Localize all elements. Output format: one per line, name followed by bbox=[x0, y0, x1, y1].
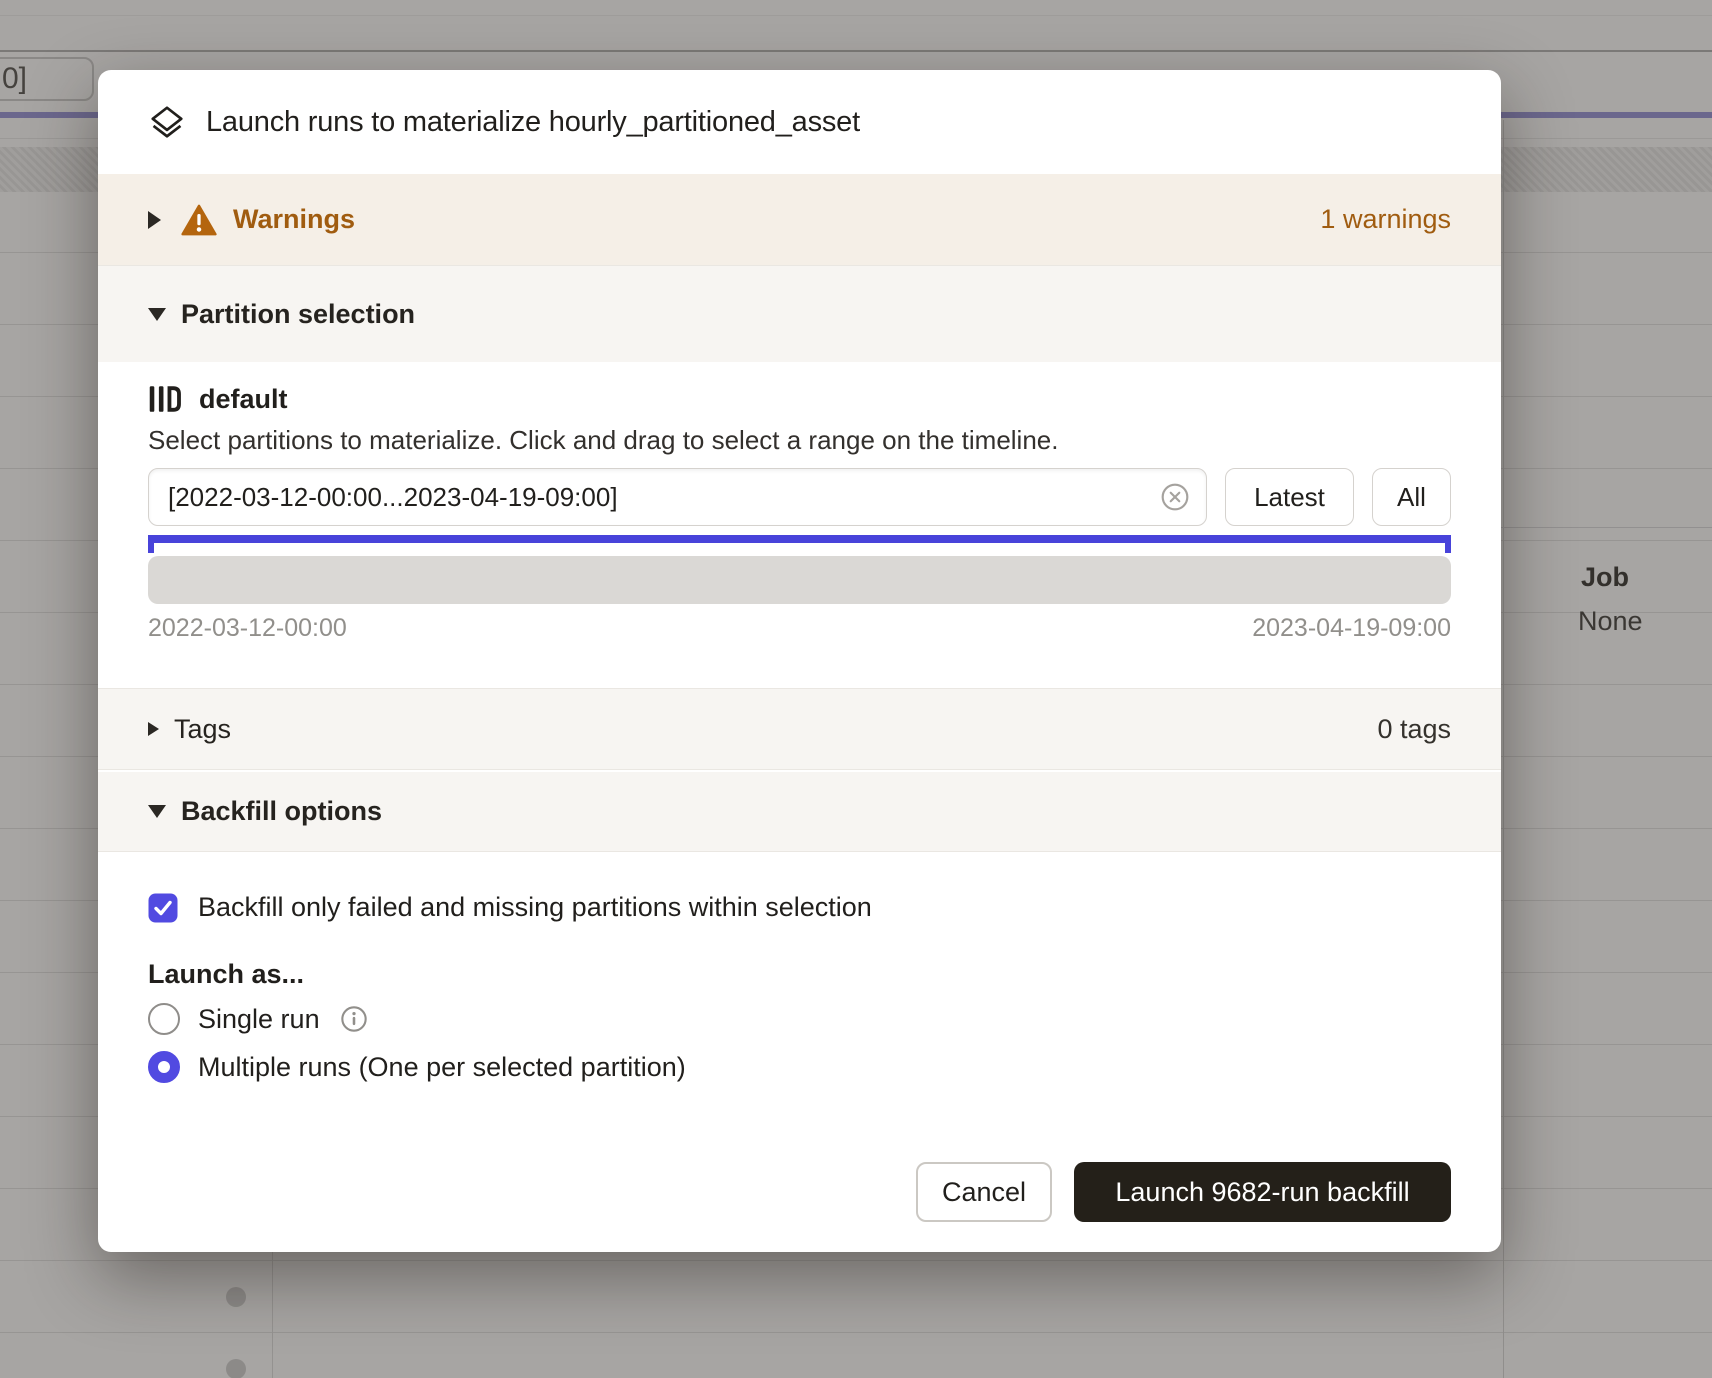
info-icon[interactable] bbox=[340, 1005, 368, 1033]
bg-job-column-value: None bbox=[1578, 606, 1643, 637]
timeline-start-label: 2022-03-12-00:00 bbox=[148, 614, 347, 643]
radio-selected[interactable] bbox=[148, 1051, 180, 1083]
timeline-end-label: 2023-04-19-09:00 bbox=[1252, 614, 1451, 643]
single-run-label: Single run bbox=[198, 1004, 320, 1035]
dialog-footer: Cancel Launch 9682-run backfill bbox=[916, 1162, 1451, 1222]
chevron-right-icon bbox=[148, 722, 159, 736]
bg-status-dot bbox=[226, 1287, 246, 1307]
partition-description: Select partitions to materialize. Click … bbox=[148, 424, 1451, 456]
dimension-name: default bbox=[199, 384, 288, 415]
bg-toolbar-divider bbox=[0, 50, 1712, 52]
warning-triangle-icon bbox=[181, 204, 217, 236]
backfill-only-failed-checkbox-row[interactable]: Backfill only failed and missing partiti… bbox=[148, 892, 1451, 923]
partition-selection-label: Partition selection bbox=[181, 299, 415, 330]
dialog-header: Launch runs to materialize hourly_partit… bbox=[98, 70, 1501, 174]
tags-label: Tags bbox=[174, 714, 231, 745]
launch-as-label: Launch as... bbox=[148, 959, 1451, 990]
timeline-date-labels: 2022-03-12-00:00 2023-04-19-09:00 bbox=[148, 614, 1451, 643]
radio-unselected[interactable] bbox=[148, 1003, 180, 1035]
bg-row-divider bbox=[0, 15, 1712, 16]
multiple-runs-label: Multiple runs (One per selected partitio… bbox=[198, 1052, 686, 1083]
cancel-button[interactable]: Cancel bbox=[916, 1162, 1052, 1222]
multiple-runs-radio-row[interactable]: Multiple runs (One per selected partitio… bbox=[148, 1048, 1451, 1086]
bg-header-divider bbox=[1501, 527, 1712, 528]
tags-count: 0 tags bbox=[1377, 714, 1451, 745]
all-button[interactable]: All bbox=[1372, 468, 1451, 526]
chevron-down-icon bbox=[148, 308, 166, 321]
partition-set-icon bbox=[148, 385, 182, 413]
latest-button-label: Latest bbox=[1254, 482, 1325, 513]
warnings-section-header[interactable]: Warnings 1 warnings bbox=[98, 174, 1501, 265]
launch-backfill-button[interactable]: Launch 9682-run backfill bbox=[1074, 1162, 1451, 1222]
warnings-label: Warnings bbox=[233, 204, 355, 235]
dimension-row: default bbox=[148, 382, 1451, 416]
launch-backfill-dialog: Launch runs to materialize hourly_partit… bbox=[98, 70, 1501, 1252]
partition-selection-body: default Select partitions to materialize… bbox=[98, 362, 1501, 688]
backfill-options-body: Backfill only failed and missing partiti… bbox=[98, 852, 1501, 1252]
checkbox-checked-icon[interactable] bbox=[148, 893, 178, 923]
partition-controls: Latest All bbox=[148, 468, 1451, 526]
backfill-options-label: Backfill options bbox=[181, 796, 382, 827]
bg-column-divider bbox=[1503, 120, 1504, 1378]
asset-layers-icon bbox=[148, 103, 186, 141]
dialog-title: Launch runs to materialize hourly_partit… bbox=[206, 106, 860, 139]
all-button-label: All bbox=[1397, 482, 1426, 513]
partition-selection-header[interactable]: Partition selection bbox=[98, 265, 1501, 362]
latest-button[interactable]: Latest bbox=[1225, 468, 1354, 526]
chevron-down-icon bbox=[148, 805, 166, 818]
bg-status-dot bbox=[226, 1359, 246, 1378]
clear-input-icon[interactable] bbox=[1160, 482, 1190, 512]
partition-timeline[interactable] bbox=[148, 556, 1451, 604]
partition-range-input[interactable] bbox=[168, 482, 1160, 513]
bg-partition-input-text: 0] bbox=[2, 62, 27, 96]
chevron-right-icon bbox=[148, 211, 161, 229]
selection-range-indicator bbox=[148, 535, 1451, 543]
backfill-options-header[interactable]: Backfill options bbox=[98, 772, 1501, 852]
checkbox-label: Backfill only failed and missing partiti… bbox=[198, 892, 872, 923]
bg-job-column-header: Job bbox=[1581, 562, 1629, 593]
tags-section-header[interactable]: Tags 0 tags bbox=[98, 688, 1501, 770]
warnings-count: 1 warnings bbox=[1320, 204, 1451, 235]
partition-range-field[interactable] bbox=[148, 468, 1207, 526]
single-run-radio-row[interactable]: Single run bbox=[148, 1000, 1451, 1038]
